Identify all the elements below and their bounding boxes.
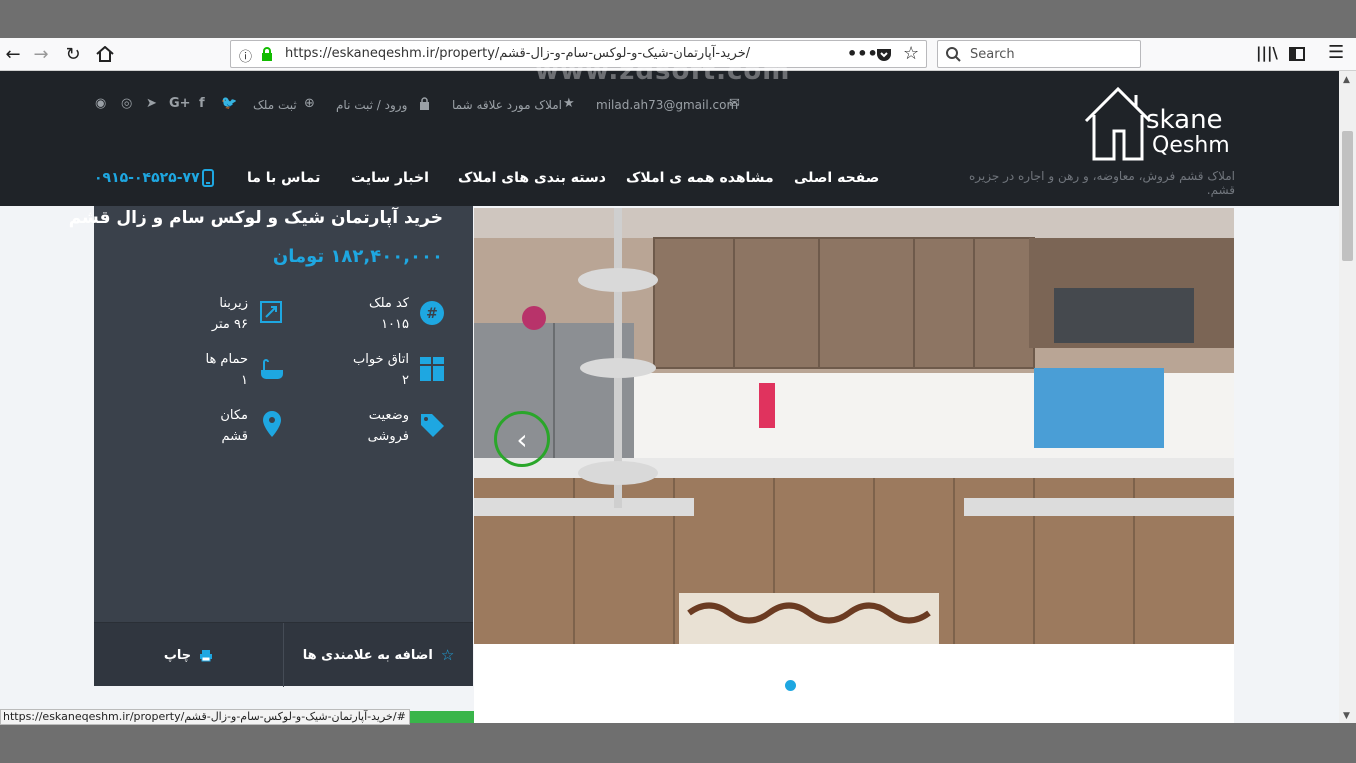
bathrooms-label: حمام ها — [205, 352, 248, 367]
login-register-link[interactable]: ورود / ثبت نام — [336, 98, 407, 112]
logo-text-1: skane — [1146, 105, 1223, 135]
slider-pagination — [474, 644, 1234, 723]
bathtub-icon — [261, 359, 283, 379]
browser-bottom-area — [0, 723, 1356, 763]
property-photo-slider[interactable]: ‹ — [474, 208, 1234, 644]
favorites-link[interactable]: املاک مورد علاقه شما — [452, 98, 562, 112]
menu-icon[interactable]: ☰ — [1328, 42, 1344, 63]
area-value: ۹۶ متر — [211, 317, 248, 332]
area-label: زیربنا — [219, 296, 248, 311]
mobile-phone-icon — [202, 169, 214, 187]
slider-dot-active[interactable] — [785, 680, 796, 691]
nav-categories[interactable]: دسته بندی های املاک — [458, 170, 606, 186]
search-icon — [946, 47, 961, 62]
nav-contact[interactable]: تماس با ما — [247, 170, 320, 186]
forward-button[interactable]: → — [28, 42, 54, 66]
star-outline-icon: ☆ — [440, 646, 455, 664]
scroll-down-arrow-icon[interactable]: ▼ — [1343, 711, 1350, 721]
area-resize-icon — [260, 301, 282, 323]
location-value: قشم — [221, 429, 248, 444]
scroll-up-arrow-icon[interactable]: ▲ — [1343, 75, 1350, 85]
search-box[interactable]: Search — [937, 40, 1141, 68]
instagram-icon[interactable]: ◎ — [121, 96, 132, 111]
back-arrow-icon: ← — [5, 43, 21, 65]
home-button[interactable] — [92, 42, 118, 66]
green-page-element — [410, 711, 474, 723]
scrollbar-thumb[interactable] — [1342, 131, 1353, 261]
search-placeholder: Search — [970, 47, 1015, 62]
location-pin-icon — [263, 411, 281, 437]
bookmark-star-icon[interactable]: ☆ — [903, 43, 919, 64]
kitchen-photo — [474, 208, 1234, 644]
property-price: ۱۸۲,۴۰۰,۰۰۰ تومان — [272, 246, 443, 267]
google-plus-icon[interactable]: G+ — [169, 96, 191, 111]
watermark-text: www.zdsoft.com — [535, 56, 791, 86]
print-label: چاپ — [163, 647, 192, 663]
hashtag-icon: # — [420, 301, 444, 325]
nav-news[interactable]: اخبار سایت — [351, 170, 429, 186]
lock-icon — [420, 97, 429, 110]
site-logo[interactable]: skane Qeshm — [1080, 81, 1240, 167]
reload-icon: ↻ — [65, 43, 81, 65]
property-title: خرید آپارتمان شیک و لوکس سام و زال قشم — [68, 208, 443, 228]
library-icon[interactable]: |||\ — [1256, 44, 1278, 62]
reload-button[interactable]: ↻ — [60, 42, 86, 66]
status-bar-url: https://eskaneqeshm.ir/property/خرید-آپا… — [0, 709, 410, 725]
facebook-icon[interactable]: f — [199, 96, 205, 111]
code-label: کد ملک — [368, 296, 409, 311]
star-icon: ★ — [563, 96, 575, 111]
add-property-link[interactable]: ثبت ملک — [253, 98, 297, 112]
plus-circle-icon: ⊕ — [304, 96, 315, 111]
telegram-icon[interactable]: ➤ — [146, 96, 157, 111]
web-page: ◉ ◎ ➤ G+ f 🐦 ⊕ ثبت ملک ورود / ثبت نام ★ … — [0, 71, 1339, 723]
page-actions-icon[interactable]: ••• — [847, 44, 878, 63]
status-value: فروشی — [367, 429, 409, 444]
forward-arrow-icon: → — [33, 43, 49, 65]
add-bookmark-label: اضافه به علامندی ها — [302, 647, 433, 663]
email-text: milad.ah73@gmail.com — [596, 98, 739, 112]
pocket-icon[interactable] — [876, 47, 892, 62]
logo-text-2: Qeshm — [1152, 133, 1230, 158]
home-icon — [96, 46, 114, 62]
svg-text:#: # — [426, 306, 438, 322]
card-actions: ☆ اضافه به علامندی ها چاپ — [94, 622, 473, 687]
tag-icon — [421, 414, 444, 437]
info-icon[interactable]: ⓘ — [239, 46, 252, 65]
phone-number[interactable]: ۰۹۱۵-۰۴۵۲۵-۷۷ — [94, 170, 200, 186]
twitter-icon[interactable]: 🐦 — [221, 96, 237, 111]
nav-home[interactable]: صفحه اصلی — [794, 170, 879, 186]
browser-top-area — [0, 0, 1356, 38]
status-label: وضعیت — [368, 408, 409, 423]
slider-prev-button[interactable]: ‹ — [494, 411, 550, 467]
bedroom-window-icon — [420, 357, 444, 381]
rss-icon[interactable]: ◉ — [95, 96, 106, 111]
lock-icon — [262, 47, 272, 61]
property-info-card: خرید آپارتمان شیک و لوکس سام و زال قشم ۱… — [69, 206, 473, 686]
bathrooms-value: ۱ — [241, 373, 248, 388]
location-label: مکان — [220, 408, 248, 423]
site-header: ◉ ◎ ➤ G+ f 🐦 ⊕ ثبت ملک ورود / ثبت نام ★ … — [0, 71, 1339, 206]
printer-icon — [200, 649, 213, 661]
add-bookmark-button[interactable]: ☆ اضافه به علامندی ها — [283, 623, 473, 687]
back-button[interactable]: ← — [0, 42, 26, 66]
bedrooms-value: ۲ — [402, 373, 409, 388]
print-button[interactable]: چاپ — [94, 623, 283, 687]
nav-all-properties[interactable]: مشاهده همه ی املاک — [626, 170, 774, 186]
bedrooms-label: اتاق خواب — [352, 352, 409, 367]
envelope-icon: ✉ — [729, 96, 740, 111]
code-value: ۱۰۱۵ — [381, 317, 409, 332]
vertical-scrollbar[interactable]: ▲ ▼ — [1339, 71, 1356, 723]
site-tagline: املاک قشم فروش، معاوضه، و رهن و اجاره در… — [968, 169, 1235, 197]
sidebar-icon[interactable] — [1289, 47, 1305, 61]
chevron-left-icon: ‹ — [516, 422, 528, 456]
